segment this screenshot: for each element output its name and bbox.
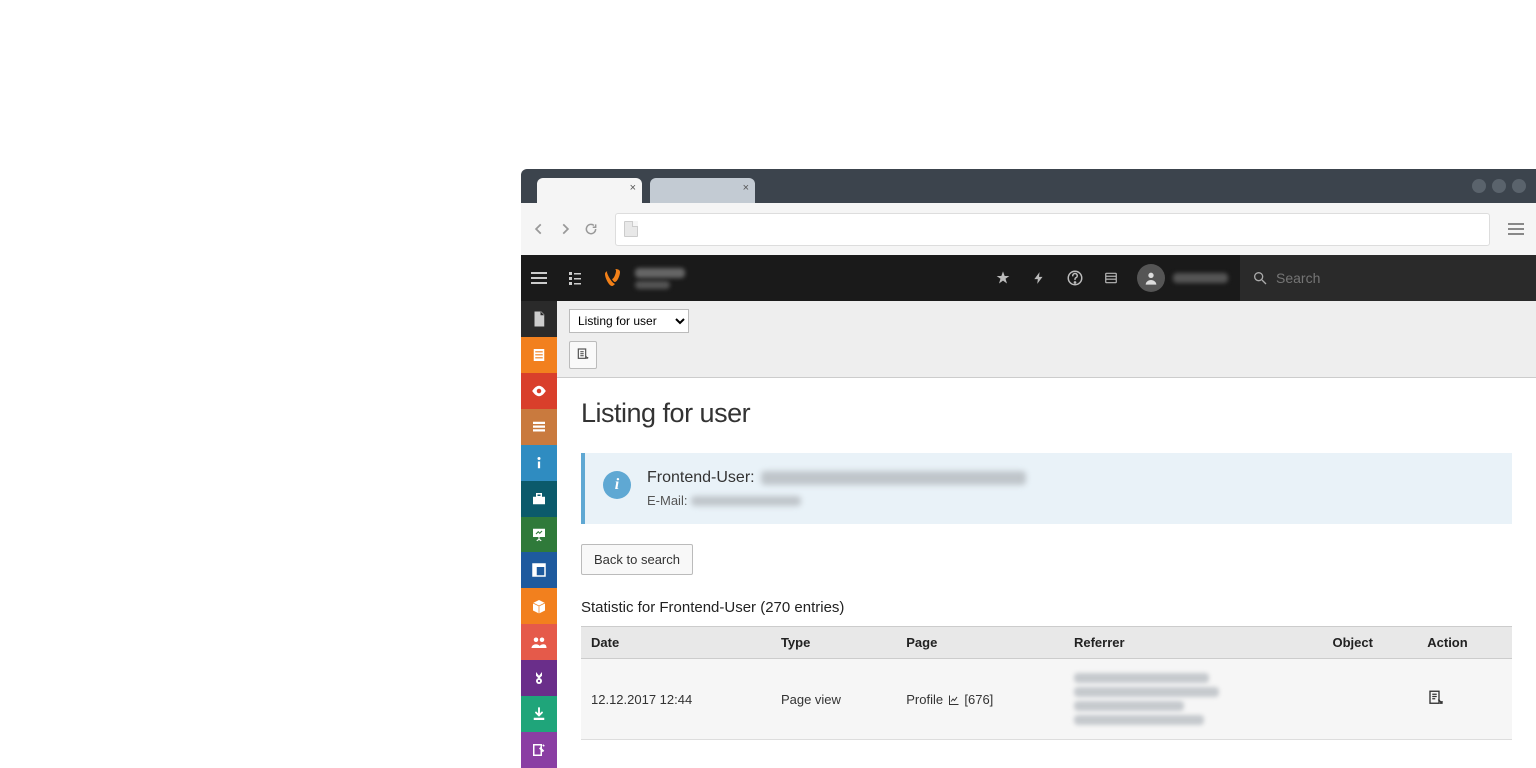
topbar (521, 255, 1536, 301)
sidebar-item-rows[interactable] (521, 409, 557, 445)
th-referrer: Referrer (1064, 627, 1323, 659)
bookmark-icon[interactable] (985, 255, 1021, 301)
module-menu-icon[interactable] (557, 270, 593, 286)
page-icon (624, 221, 638, 237)
cell-object (1323, 659, 1418, 740)
sidebar-item-edit[interactable] (521, 732, 557, 768)
search-icon (1252, 270, 1268, 286)
url-bar[interactable] (615, 213, 1490, 246)
close-icon[interactable]: × (630, 182, 636, 194)
th-date: Date (581, 627, 771, 659)
menu-icon[interactable] (1504, 219, 1528, 239)
sidebar-item-presentation[interactable] (521, 517, 557, 553)
sidebar-item-package[interactable] (521, 588, 557, 624)
content-area: Listing for user Listing for user i Fron… (557, 301, 1536, 768)
sidebar-item-layout[interactable] (521, 552, 557, 588)
sidebar-item-toolbox[interactable] (521, 481, 557, 517)
back-to-search-button[interactable]: Back to search (581, 544, 693, 575)
sidebar-item-award[interactable] (521, 660, 557, 696)
cell-page: Profile [676] (896, 659, 1064, 740)
browser-tab-inactive[interactable]: × (650, 178, 755, 203)
th-type: Type (771, 627, 896, 659)
window-controls[interactable] (1472, 179, 1526, 193)
action-bar: Listing for user (557, 301, 1536, 378)
browser-tab-active[interactable]: × (537, 178, 642, 203)
collapse-menu-icon[interactable] (521, 272, 557, 284)
sidebar-item-info[interactable] (521, 445, 557, 481)
sidebar-item-list[interactable] (521, 337, 557, 373)
flash-icon[interactable] (1021, 255, 1057, 301)
info-icon: i (603, 471, 631, 499)
app-frame: Listing for user Listing for user i Fron… (521, 255, 1536, 768)
info-box: i Frontend-User: E-Mail: (581, 453, 1512, 524)
chart-icon (947, 694, 961, 706)
reload-icon[interactable] (581, 219, 601, 239)
info-user-value (761, 471, 1026, 485)
search-box[interactable] (1240, 255, 1536, 301)
username (1173, 273, 1228, 283)
forward-icon[interactable] (555, 219, 575, 239)
help-icon[interactable] (1057, 255, 1093, 301)
statistics-table: Date Type Page Referrer Object Action 12… (581, 626, 1512, 740)
module-sidebar (521, 301, 557, 768)
back-icon[interactable] (529, 219, 549, 239)
sidebar-item-view[interactable] (521, 373, 557, 409)
avatar[interactable] (1137, 264, 1165, 292)
th-action: Action (1417, 627, 1512, 659)
list-icon[interactable] (1093, 255, 1129, 301)
info-email-label: E-Mail: (647, 493, 687, 508)
th-object: Object (1323, 627, 1418, 659)
table-row: 12.12.2017 12:44 Page view Profile [676] (581, 659, 1512, 740)
th-page: Page (896, 627, 1064, 659)
browser-toolbar (521, 203, 1536, 255)
info-user-label: Frontend-User: (647, 469, 755, 487)
info-email-value (691, 496, 801, 506)
sidebar-item-download[interactable] (521, 696, 557, 732)
cell-action[interactable] (1417, 659, 1512, 740)
brand-text (635, 268, 685, 289)
cell-date: 12.12.2017 12:44 (581, 659, 771, 740)
close-icon[interactable]: × (743, 182, 749, 194)
typo3-logo-icon (601, 266, 625, 290)
sidebar-item-users[interactable] (521, 624, 557, 660)
cell-type: Page view (771, 659, 896, 740)
export-button[interactable] (569, 341, 597, 369)
search-input[interactable] (1276, 270, 1476, 286)
sidebar-item-page[interactable] (521, 301, 557, 337)
statistic-heading: Statistic for Frontend-User (270 entries… (581, 599, 1512, 616)
tab-strip: × × (521, 169, 1536, 203)
cell-referrer (1064, 659, 1323, 740)
page-title: Listing for user (581, 398, 1512, 429)
listing-select[interactable]: Listing for user (569, 309, 689, 333)
edit-note-icon (1427, 689, 1445, 707)
